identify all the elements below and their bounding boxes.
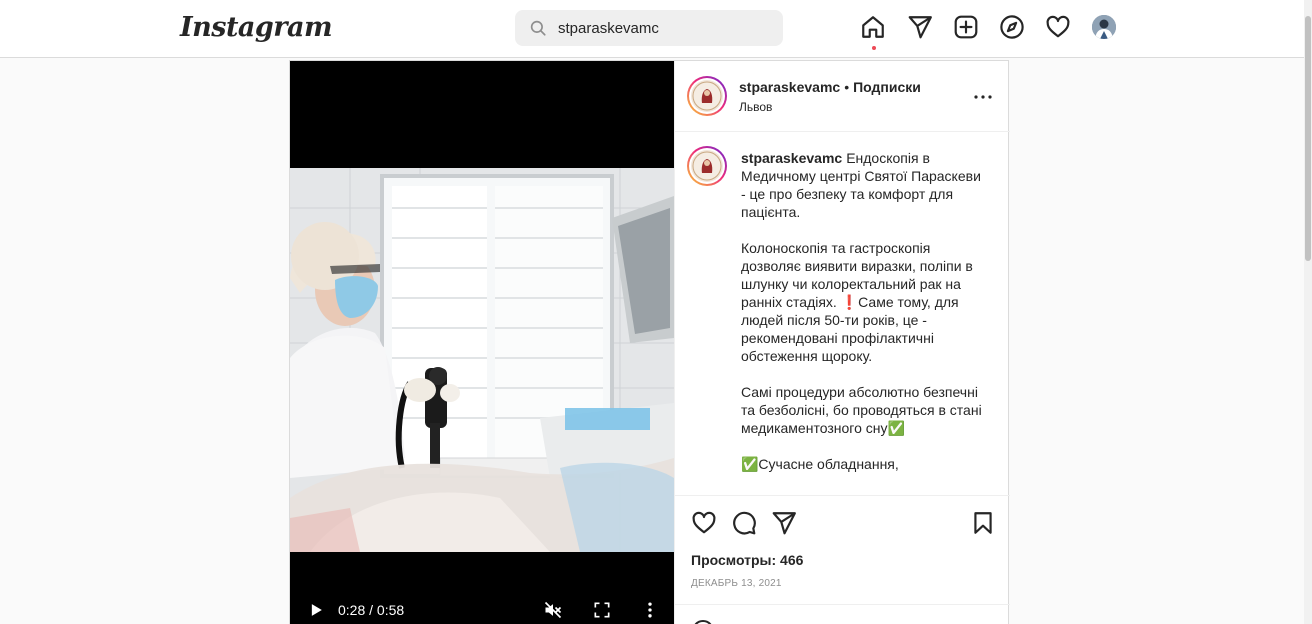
video-frame[interactable]	[290, 168, 674, 552]
following-button[interactable]: Подписки	[853, 79, 921, 95]
save-bookmark-icon[interactable]	[970, 510, 996, 536]
author-avatar[interactable]	[687, 76, 727, 116]
caption-author-avatar[interactable]	[687, 146, 727, 186]
play-icon[interactable]	[306, 600, 326, 620]
scrollbar-thumb[interactable]	[1305, 16, 1311, 261]
caption-username[interactable]: stparaskevamc	[741, 150, 842, 166]
post-location[interactable]: Львов	[739, 100, 772, 114]
profile-avatar[interactable]	[1092, 15, 1116, 39]
home-active-dot	[872, 46, 876, 50]
explore-icon[interactable]	[999, 14, 1025, 40]
video-time: 0:28 / 0:58	[338, 602, 405, 618]
post-date[interactable]: ДЕКАБРЬ 13, 2021	[691, 578, 782, 589]
fullscreen-icon[interactable]	[592, 600, 612, 620]
separator-dot: •	[844, 79, 850, 95]
new-post-icon[interactable]	[953, 14, 979, 40]
instagram-logo[interactable]: Instagram	[180, 12, 333, 43]
post-card: 0:28 / 0:58 stparaskevamc • Подписки Львов	[289, 60, 1010, 624]
post-header: stparaskevamc • Подписки Львов	[675, 61, 1010, 132]
direct-icon[interactable]	[907, 14, 933, 40]
caption-area: stparaskevamc Ендоскопія в Медичному цент…	[675, 133, 1010, 495]
home-icon[interactable]	[860, 14, 886, 40]
author-username[interactable]: stparaskevamc	[739, 79, 840, 95]
page-scrollbar[interactable]	[1304, 0, 1312, 624]
activity-heart-icon[interactable]	[1045, 14, 1071, 40]
top-nav-bar: Instagram	[0, 0, 1312, 58]
caption-body: Ендоскопія в Медичному центрі Святої Пар…	[741, 150, 982, 472]
video-player[interactable]: 0:28 / 0:58	[290, 61, 674, 624]
more-options-icon[interactable]	[971, 85, 995, 109]
share-icon[interactable]	[771, 510, 797, 536]
view-count[interactable]: Просмотры: 466	[691, 552, 803, 568]
video-still-image	[290, 168, 674, 552]
add-comment-bar[interactable]	[675, 604, 1010, 624]
search-input[interactable]	[558, 10, 773, 46]
search-box[interactable]	[515, 10, 783, 46]
video-menu-icon[interactable]	[640, 600, 660, 620]
mute-icon[interactable]	[543, 600, 563, 620]
header-user-line: stparaskevamc • Подписки	[739, 79, 921, 95]
comment-icon[interactable]	[731, 510, 757, 536]
video-controls: 0:28 / 0:58	[290, 594, 674, 624]
caption-text: stparaskevamc Ендоскопія в Медичному цент…	[741, 149, 987, 473]
post-actions: Просмотры: 466 ДЕКАБРЬ 13, 2021	[675, 495, 1010, 624]
like-heart-icon[interactable]	[691, 510, 717, 536]
post-sidebar: stparaskevamc • Подписки Львов stparaskeva…	[674, 61, 1010, 624]
search-icon	[530, 20, 546, 36]
emoji-icon[interactable]	[691, 619, 715, 624]
